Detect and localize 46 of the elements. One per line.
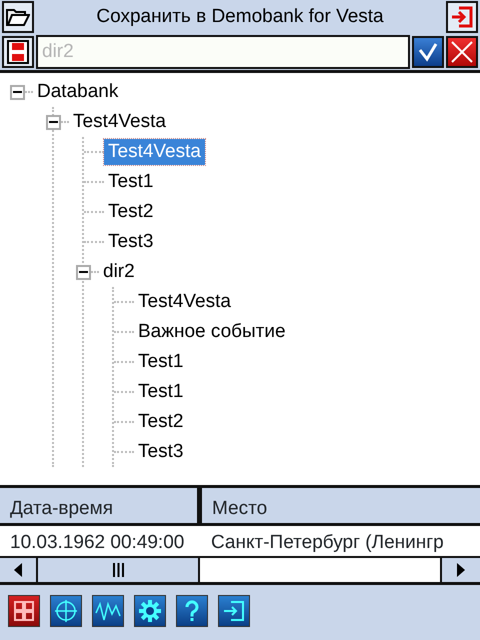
tree-item[interactable]: Важное событие [134,319,290,345]
collapse-icon[interactable] [76,264,91,280]
tree-item[interactable]: Test4Vesta [104,139,205,165]
table-cell-text: Санкт-Петербург (Ленингр [210,531,445,555]
ok-button[interactable] [412,36,444,68]
tree-item[interactable]: dir2 [99,259,139,285]
tree-item[interactable]: Test3 [134,439,188,465]
collapse-icon[interactable] [10,84,25,100]
enter-icon [222,599,246,623]
tree-item[interactable]: Test2 [104,199,158,225]
window-title: Сохранить в Demobank for Vesta [95,4,385,29]
wave-icon [95,599,121,623]
help-button[interactable] [176,595,208,627]
right-arrow-icon [457,563,465,577]
open-folder-button[interactable] [2,1,34,33]
tree-item[interactable]: Test1 [104,169,158,195]
tree-item[interactable]: Test1 [134,379,188,405]
tree-item[interactable]: Databank [33,79,122,105]
close-icon [450,40,474,64]
tree-item[interactable]: Test4Vesta [134,289,235,315]
crosshair-button[interactable] [50,595,82,627]
grid-icon [13,600,35,622]
tree-item[interactable]: Test3 [104,229,158,255]
check-icon [418,42,438,62]
save-icon [7,40,29,64]
gear-icon [138,599,162,623]
settings-button[interactable] [134,595,166,627]
save-button[interactable] [2,36,34,68]
crosshair-icon [54,599,78,623]
wave-button[interactable] [92,595,124,627]
tree-item[interactable]: Test4Vesta [69,109,170,135]
exit-icon [450,5,474,29]
question-icon [184,599,200,623]
grip-icon [112,563,124,577]
table-cell-text: 10.03.1962 00:49:00 [9,531,186,555]
tree-item[interactable]: Test2 [134,409,188,435]
grid-button[interactable] [8,595,40,627]
folder-icon [6,7,30,27]
login-button[interactable] [218,595,250,627]
cancel-button[interactable] [446,36,478,68]
collapse-icon[interactable] [46,114,61,130]
column-header[interactable]: Место [202,488,480,523]
tree-item[interactable]: Test1 [134,349,188,375]
name-field[interactable]: dir2 [36,35,410,69]
exit-button[interactable] [446,1,478,33]
left-arrow-icon [14,563,22,577]
